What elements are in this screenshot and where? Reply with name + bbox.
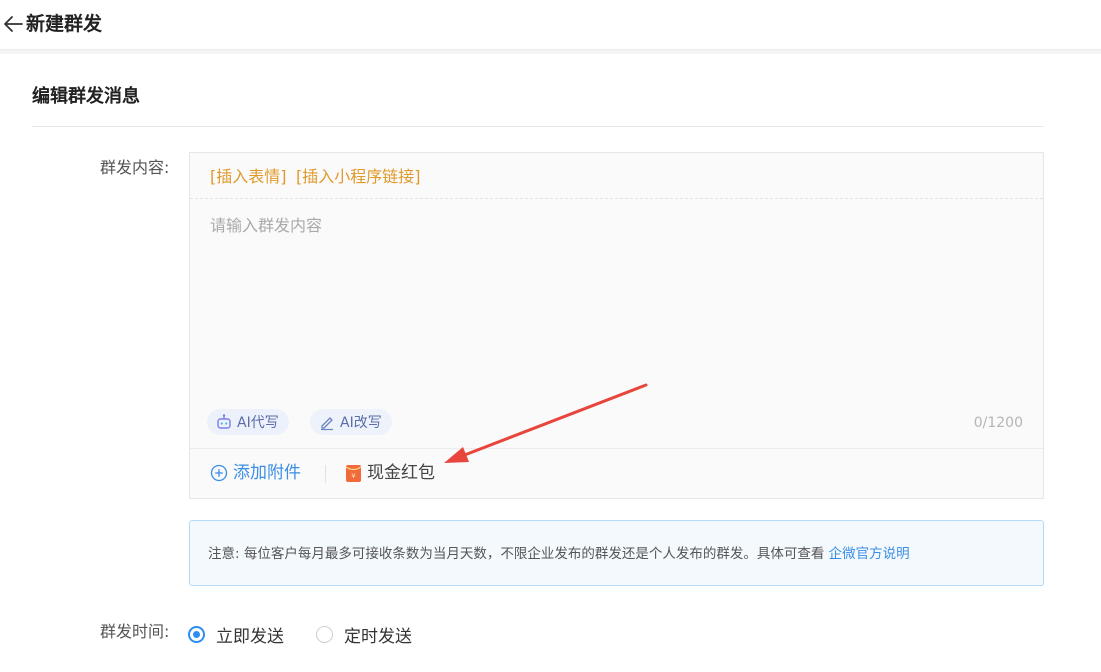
top-bar: 新建群发 (0, 0, 1101, 50)
official-docs-link[interactable]: 企微官方说明 (829, 546, 910, 562)
radio-scheduled-send[interactable]: 定时发送 (316, 622, 412, 647)
pencil-icon (318, 413, 336, 431)
scheduled-send-label: 定时发送 (344, 627, 412, 647)
send-time-label: 群发时间: (100, 622, 170, 641)
plus-circle-icon (210, 464, 228, 482)
attachment-separator (325, 465, 326, 483)
content-textarea[interactable] (190, 200, 1043, 400)
red-packet-icon: ¥ (345, 464, 362, 482)
radio-dot-send-now (188, 626, 205, 643)
ai-write-label: AI代写 (237, 415, 279, 431)
cash-red-packet-label: 现金红包 (367, 463, 435, 483)
radio-send-now[interactable]: 立即发送 (188, 622, 284, 647)
edit-card: 编辑群发消息 群发内容: [插入表情] [插入小程序链接] AI代写 (0, 54, 1101, 672)
radio-dot-scheduled (316, 626, 333, 643)
ai-rewrite-label: AI改写 (340, 415, 382, 431)
page-title: 新建群发 (26, 13, 103, 35)
add-attachment-label: 添加附件 (233, 463, 301, 483)
char-counter: 0/1200 (973, 415, 1023, 431)
send-now-label: 立即发送 (216, 627, 284, 647)
section-divider (32, 126, 1044, 127)
cash-red-packet-button[interactable]: ¥ 现金红包 (345, 463, 435, 483)
notice-message: 注意: 每位客户每月最多可接收条数为当月天数，不限企业发布的群发还是个人发布的群… (208, 546, 829, 562)
content-editor: [插入表情] [插入小程序链接] AI代写 (189, 152, 1044, 499)
insert-miniprogram-link[interactable]: [插入小程序链接] (296, 167, 421, 187)
add-attachment-button[interactable]: 添加附件 (210, 463, 301, 483)
robot-icon (215, 413, 233, 431)
section-title: 编辑群发消息 (32, 86, 140, 107)
notice-box: 注意: 每位客户每月最多可接收条数为当月天数，不限企业发布的群发还是个人发布的群… (189, 520, 1044, 586)
insert-emoji-link[interactable]: [插入表情] (210, 167, 287, 187)
content-label: 群发内容: (100, 158, 170, 177)
ai-rewrite-button[interactable]: AI改写 (310, 409, 392, 435)
arrow-left-icon[interactable] (2, 12, 26, 36)
notice-text: 注意: 每位客户每月最多可接收条数为当月天数，不限企业发布的群发还是个人发布的群… (208, 545, 910, 563)
ai-write-button[interactable]: AI代写 (207, 409, 289, 435)
svg-text:¥: ¥ (351, 472, 356, 480)
insert-toolbar: [插入表情] [插入小程序链接] (190, 153, 1043, 199)
attachment-bar: 添加附件 ¥ 现金红包 (190, 448, 1043, 498)
